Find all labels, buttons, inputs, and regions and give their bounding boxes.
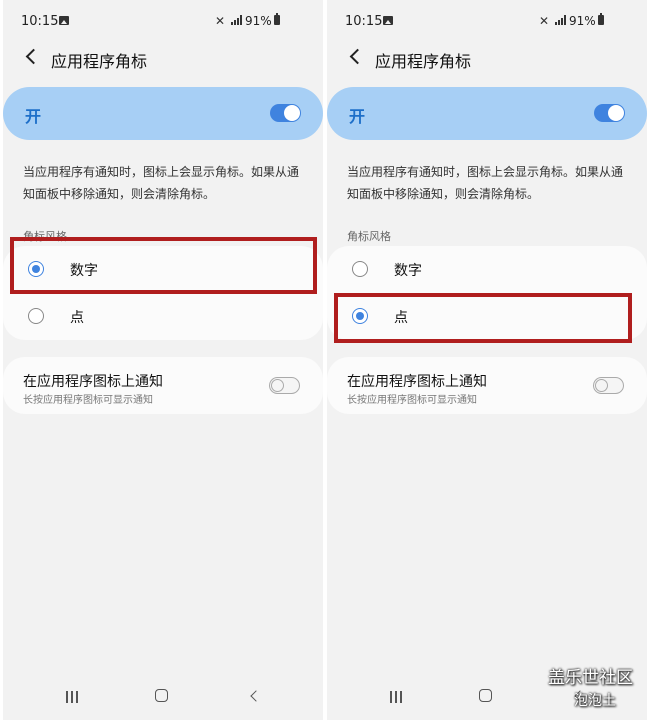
recents-icon[interactable]: [390, 691, 404, 703]
highlight-box-number: [10, 237, 317, 294]
radio-dot[interactable]: [28, 308, 44, 324]
master-toggle[interactable]: [270, 104, 301, 122]
master-switch-label: 开: [25, 107, 42, 126]
highlight-box-dot: [334, 293, 632, 343]
app-icon-notifications-row[interactable]: 在应用程序图标上通知 长按应用程序图标可显示通知: [3, 357, 323, 414]
page-title: 应用程序角标: [51, 52, 148, 71]
app-icon-notifications-title: 在应用程序图标上通知: [23, 374, 163, 390]
page-title: 应用程序角标: [375, 52, 472, 71]
app-icon-notifications-subtitle: 长按应用程序图标可显示通知: [23, 395, 153, 406]
status-time: 10:15: [345, 14, 383, 29]
battery-icon: [274, 13, 280, 25]
battery-icon: [598, 13, 604, 25]
option-number-label: 数字: [394, 263, 422, 279]
watermark-community: 盖乐世社区: [548, 668, 633, 688]
master-switch-row[interactable]: 开: [327, 87, 647, 140]
badge-style-section-label: 角标风格: [347, 230, 391, 243]
nav-back-icon[interactable]: [248, 690, 260, 702]
description-text: 当应用程序有通知时，图标上会显示角标。如果从通知面板中移除通知，则会清除角标。: [347, 165, 624, 201]
status-bar: 10:15 ✕ 91%: [327, 0, 647, 42]
recents-icon[interactable]: [66, 691, 80, 703]
back-arrow-icon[interactable]: [347, 48, 365, 66]
status-bar: 10:15 ✕ 91%: [3, 0, 323, 42]
app-icon-notifications-row[interactable]: 在应用程序图标上通知 长按应用程序图标可显示通知: [327, 357, 647, 414]
radio-number[interactable]: [352, 261, 368, 277]
signal-icon: [555, 15, 566, 25]
option-dot[interactable]: 点: [3, 293, 323, 340]
app-icon-notifications-subtitle: 长按应用程序图标可显示通知: [347, 395, 477, 406]
battery-percent: 91%: [569, 14, 596, 28]
app-icon-notifications-toggle[interactable]: [593, 377, 624, 394]
option-dot-label: 点: [70, 310, 84, 326]
gallery-notification-icon: [59, 16, 69, 25]
battery-percent: 91%: [245, 14, 272, 28]
app-header: 应用程序角标: [3, 42, 323, 74]
description-text: 当应用程序有通知时，图标上会显示角标。如果从通知面板中移除通知，则会清除角标。: [23, 165, 300, 201]
signal-icon: [231, 15, 242, 25]
nav-bar: [3, 680, 323, 716]
master-switch-label: 开: [349, 107, 366, 126]
status-time: 10:15: [21, 14, 59, 29]
screen-right: 10:15 ✕ 91% 应用程序角标 开 当应用程序有通知时，图标上会显示角标。…: [327, 0, 647, 720]
app-icon-notifications-toggle[interactable]: [269, 377, 300, 394]
mute-icon: ✕: [215, 14, 226, 28]
home-icon[interactable]: [155, 689, 168, 702]
watermark-author: 泡泡土: [574, 693, 616, 709]
screen-left: 10:15 ✕ 91% 应用程序角标 开 当应用程序有通知时，图标上会显示角标。…: [3, 0, 323, 720]
option-number[interactable]: 数字: [327, 246, 647, 293]
gallery-notification-icon: [383, 16, 393, 25]
home-icon[interactable]: [479, 689, 492, 702]
master-toggle[interactable]: [594, 104, 625, 122]
app-header: 应用程序角标: [327, 42, 647, 74]
master-switch-row[interactable]: 开: [3, 87, 323, 140]
app-icon-notifications-title: 在应用程序图标上通知: [347, 374, 487, 390]
mute-icon: ✕: [539, 14, 550, 28]
back-arrow-icon[interactable]: [23, 48, 41, 66]
